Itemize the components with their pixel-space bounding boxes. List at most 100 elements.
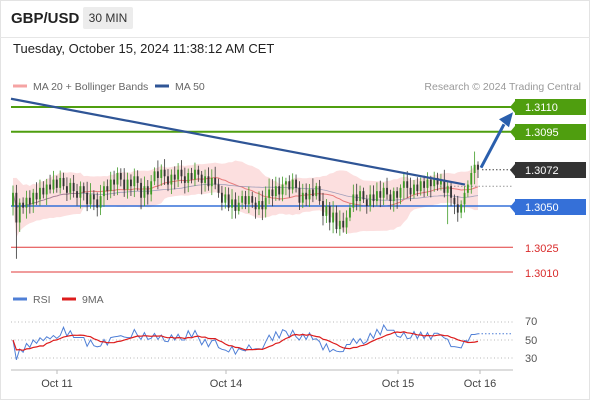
candle-body [352, 194, 355, 208]
candle-body [207, 176, 210, 187]
candle-body [301, 192, 304, 203]
candle-body [116, 173, 119, 185]
candle-body [82, 186, 85, 193]
candle-body [49, 184, 51, 190]
candle-body [173, 174, 176, 180]
candle-body [335, 212, 338, 230]
candle-body [389, 194, 392, 202]
candle-body [140, 182, 142, 198]
candle-body [167, 176, 169, 185]
pivot-label: 1.3050 [525, 202, 559, 214]
candle-body [187, 173, 190, 183]
r1-label: 1.3095 [525, 127, 559, 139]
candle-body [133, 176, 136, 187]
candle-body [197, 169, 200, 175]
candle-body [264, 197, 267, 210]
candle-body [200, 174, 203, 183]
candle-body [355, 194, 358, 202]
candle-body [39, 187, 41, 200]
candle-body [177, 169, 180, 180]
candle-body [32, 192, 35, 205]
research-credit: Research © 2024 Trading Central [424, 81, 581, 93]
candle-body [342, 220, 345, 228]
candle-body [76, 191, 78, 198]
candle-body [446, 186, 449, 193]
candle-body [413, 184, 415, 195]
candle-body [136, 176, 139, 183]
candle-body [470, 173, 473, 185]
candle-body [190, 173, 193, 180]
candle-body [123, 179, 126, 190]
candle-body [86, 192, 89, 205]
candle-body [362, 191, 365, 200]
candle-body [268, 189, 271, 198]
candle-body [473, 164, 476, 173]
ma20-legend-label: MA 20 + Bollinger Bands [33, 81, 148, 93]
candle-body [194, 169, 196, 180]
candle-body [288, 181, 291, 190]
candle-body [399, 187, 402, 198]
current-label-pointer [510, 164, 515, 176]
candle-body [271, 189, 274, 197]
s2-label: 1.3010 [525, 268, 559, 280]
candle-body [59, 177, 62, 188]
candle-body [210, 177, 213, 187]
candle-body [234, 199, 237, 211]
candle-body [79, 186, 82, 198]
candle-body [153, 171, 156, 182]
candle-body [89, 194, 92, 205]
pivot-label-pointer [510, 201, 515, 213]
x-tick-label-oct11: Oct 11 [41, 378, 73, 390]
rsi-ma-legend-label: 9MA [82, 294, 104, 306]
candle-body [372, 194, 375, 202]
candle-body [55, 179, 58, 188]
rsi-ma-legend-swatch [62, 297, 76, 301]
candle-body [103, 186, 105, 197]
rsi-panel [11, 321, 513, 360]
candle-body [62, 177, 65, 187]
candle-body [325, 206, 328, 216]
candle-body [386, 187, 388, 195]
candle-body [18, 202, 21, 223]
candle-body [402, 181, 405, 188]
candle-body [12, 192, 14, 206]
level-labels: 1.3110 1.3095 1.3072 1.3050 1.3025 1.301… [510, 99, 586, 280]
candle-body [258, 201, 260, 210]
candle-body [450, 186, 452, 198]
candle-body [15, 192, 18, 223]
candle-body [463, 192, 466, 205]
candle-body [150, 181, 153, 195]
rsi-legend-label: RSI [33, 294, 51, 306]
x-tick-label-oct16: Oct 16 [464, 378, 496, 390]
x-axis: Oct 11 Oct 14 Oct 15 Oct 16 [11, 369, 513, 390]
candle-body [163, 169, 166, 177]
main-legend: MA 20 + Bollinger Bands MA 50 Research ©… [13, 81, 581, 93]
candle-body [92, 194, 95, 200]
candle-body [42, 187, 45, 195]
candle-body [170, 174, 173, 185]
candle-body [25, 197, 28, 208]
candle-body [322, 201, 324, 216]
candle-body [406, 181, 409, 188]
candle-body [156, 171, 159, 178]
candle-body [109, 179, 112, 192]
candle-body [183, 176, 186, 183]
candle-body [278, 186, 281, 195]
candle-body [460, 204, 463, 213]
candle-body [204, 176, 206, 183]
rsi-legend-swatch [13, 297, 27, 301]
candle-body [251, 196, 254, 203]
candle-body [227, 194, 230, 208]
candle-body [22, 202, 25, 208]
candle-body [130, 179, 132, 187]
candle-body [220, 192, 223, 203]
ma50-legend-swatch [155, 84, 169, 88]
candle-body [308, 189, 311, 200]
candle-body [379, 191, 382, 198]
candle-body [349, 207, 351, 218]
candle-body [28, 197, 31, 205]
candle-body [281, 184, 284, 195]
candle-body [369, 194, 372, 206]
candle-body [69, 182, 72, 193]
candle-body [456, 204, 459, 213]
